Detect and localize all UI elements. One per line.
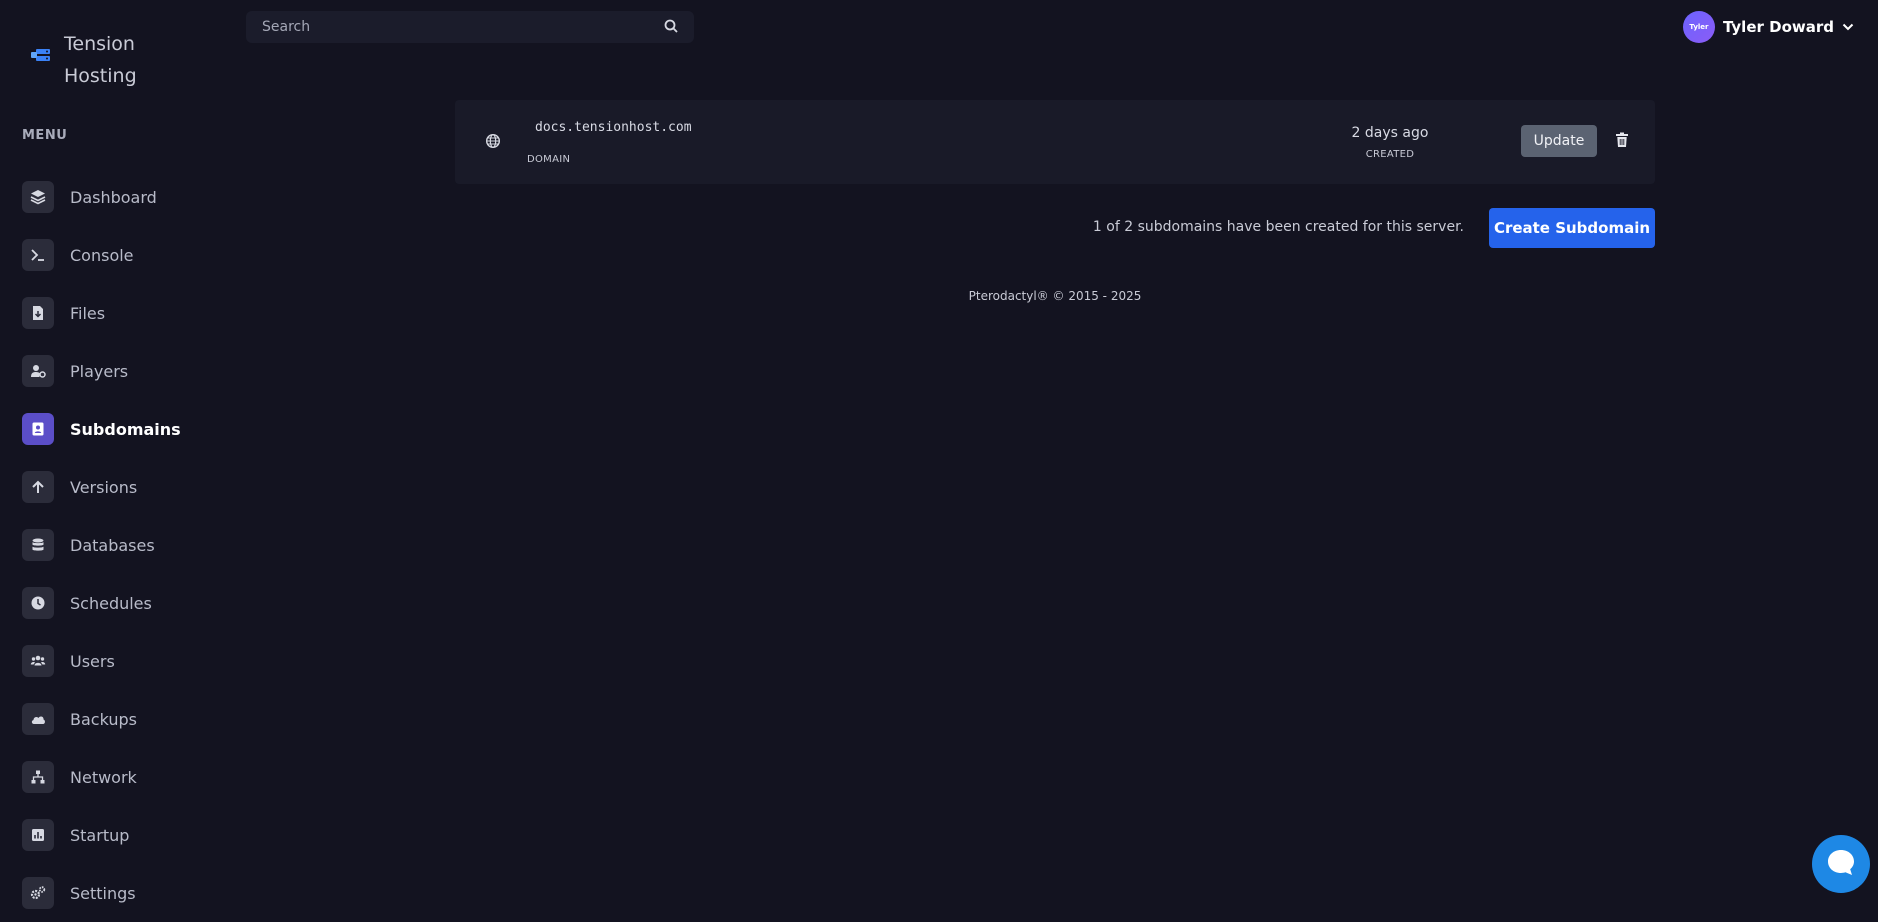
user-menu[interactable]: Tyler Tyler Doward — [1682, 11, 1854, 43]
sidebar-item-dashboard[interactable]: Dashboard — [22, 168, 181, 226]
sidebar-item-versions[interactable]: Versions — [22, 458, 181, 516]
sidebar-item-players[interactable]: Players — [22, 342, 181, 400]
domain-value: docs.tensionhost.com — [535, 120, 692, 135]
sidebar-item-subdomains[interactable]: Subdomains — [22, 400, 181, 458]
clock-icon — [22, 587, 54, 619]
sidebar-item-settings[interactable]: Settings — [22, 864, 181, 922]
user-name[interactable]: Tyler Doward — [1723, 18, 1834, 36]
server-logo-icon — [28, 46, 56, 74]
sidebar-item-label: Console — [70, 245, 134, 265]
menu-label: MENU — [22, 128, 68, 143]
chart-icon — [22, 819, 54, 851]
sidebar-item-network[interactable]: Network — [22, 748, 181, 806]
search-bar[interactable] — [246, 11, 694, 43]
arrow-up-icon — [22, 471, 54, 503]
user-gear-icon — [22, 355, 54, 387]
search-icon[interactable] — [664, 18, 678, 37]
brand[interactable]: Tension Hosting — [28, 28, 184, 92]
sidebar-item-label: Files — [70, 303, 106, 323]
brand-name: Tension Hosting — [64, 33, 137, 87]
sidebar-item-schedules[interactable]: Schedules — [22, 574, 181, 632]
address-card-icon — [22, 413, 54, 445]
sidebar-item-label: Players — [70, 361, 129, 381]
search-input[interactable] — [262, 19, 642, 35]
sidebar-item-label: Network — [70, 767, 137, 787]
trash-icon[interactable] — [1615, 132, 1629, 152]
globe-icon — [485, 133, 501, 153]
avatar[interactable]: Tyler — [1682, 11, 1715, 43]
sidebar-item-label: Startup — [70, 825, 130, 845]
cogs-icon — [22, 877, 54, 909]
chat-bubble-icon — [1825, 846, 1857, 882]
sidebar-item-users[interactable]: Users — [22, 632, 181, 690]
cloud-icon — [22, 703, 54, 735]
sidebar-item-label: Databases — [70, 535, 155, 555]
footer-copyright: Pterodactyl® © 2015 - 2025 — [968, 289, 1142, 303]
sidebar-item-label: Schedules — [70, 593, 152, 613]
sidebar-item-label: Settings — [70, 883, 136, 903]
sidebar-item-label: Versions — [70, 477, 138, 497]
sidebar-item-label: Backups — [70, 709, 137, 729]
sidebar: Tension Hosting MENU Dashboard Console F… — [0, 0, 230, 909]
subdomain-row: docs.tensionhost.com DOMAIN 2 days ago C… — [455, 100, 1655, 184]
terminal-icon — [22, 239, 54, 271]
sidebar-item-files[interactable]: Files — [22, 284, 181, 342]
chevron-down-icon[interactable] — [1842, 18, 1854, 37]
subdomain-count-text: 1 of 2 subdomains have been created for … — [1092, 219, 1464, 235]
chat-widget-button[interactable] — [1812, 835, 1870, 893]
sidebar-item-label: Users — [70, 651, 115, 671]
created-label: CREATED — [1365, 149, 1415, 160]
sidebar-item-label: Dashboard — [70, 187, 157, 207]
sidebar-item-console[interactable]: Console — [22, 226, 181, 284]
created-value: 2 days ago — [1351, 125, 1429, 141]
update-button[interactable]: Update — [1521, 125, 1597, 157]
domain-label: DOMAIN — [527, 154, 571, 165]
sidebar-item-startup[interactable]: Startup — [22, 806, 181, 864]
file-download-icon — [22, 297, 54, 329]
sidebar-item-databases[interactable]: Databases — [22, 516, 181, 574]
network-icon — [22, 761, 54, 793]
users-icon — [22, 645, 54, 677]
database-icon — [22, 529, 54, 561]
layers-icon — [22, 181, 54, 213]
sidebar-item-label: Subdomains — [70, 419, 181, 439]
sidebar-item-backups[interactable]: Backups — [22, 690, 181, 748]
sidebar-nav: Dashboard Console Files Players Subdomai… — [22, 168, 181, 922]
create-subdomain-button[interactable]: Create Subdomain — [1489, 208, 1655, 248]
